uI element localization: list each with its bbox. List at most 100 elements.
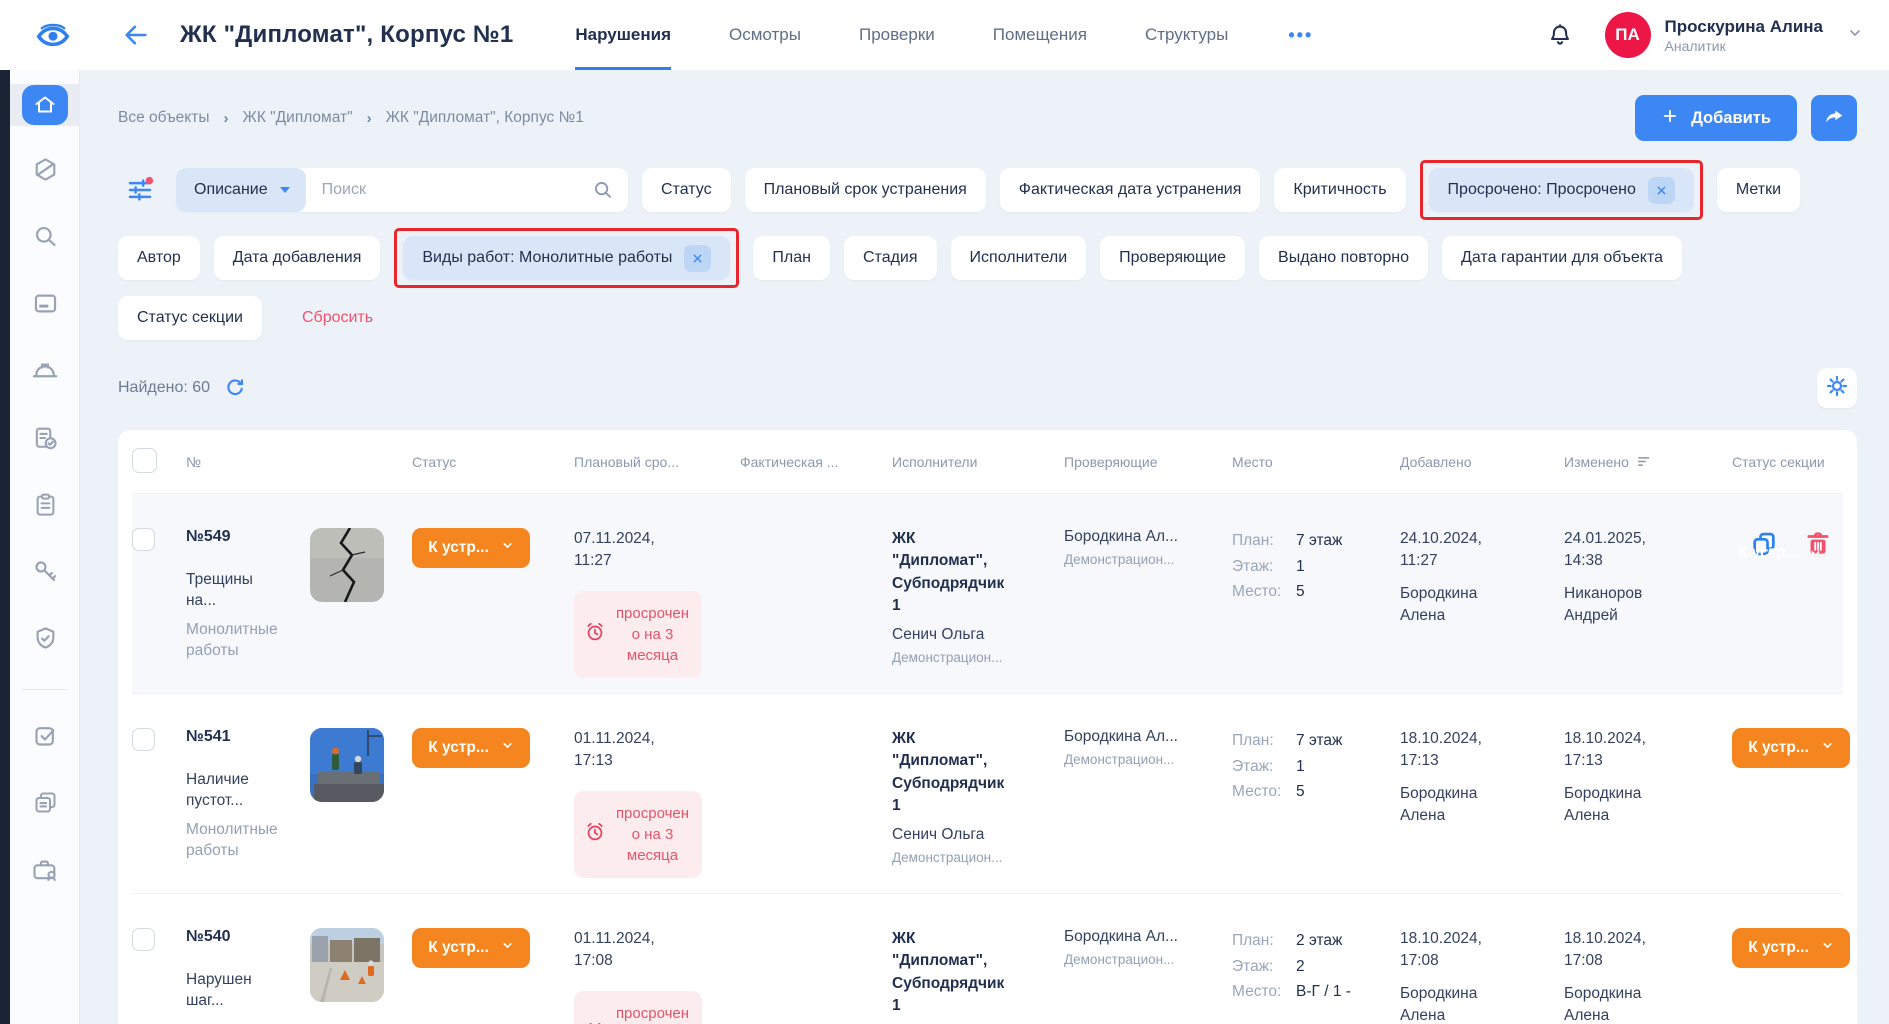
copy-icon[interactable] bbox=[1750, 530, 1778, 558]
filter-chip-author[interactable]: Автор bbox=[118, 236, 200, 280]
filter-chip-labels[interactable]: Метки bbox=[1717, 168, 1800, 212]
main-content: Все объекты › ЖК "Дипломат" › ЖК "Диплом… bbox=[80, 70, 1889, 1024]
filter-settings-button[interactable] bbox=[118, 168, 162, 212]
sidebar-item-search[interactable] bbox=[10, 218, 80, 260]
violation-title: Трещины на... bbox=[186, 570, 278, 612]
filter-chip-reissued[interactable]: Выдано повторно bbox=[1259, 236, 1428, 280]
row-checkbox[interactable] bbox=[132, 728, 155, 751]
trash-icon[interactable] bbox=[1804, 530, 1832, 558]
reviewer-name: Бородкина Ал... bbox=[1064, 928, 1220, 946]
executor-person: Сенич Ольга bbox=[892, 626, 1052, 644]
status-dropdown-button[interactable]: К устр... bbox=[412, 728, 530, 768]
column-section-status: Статус секции bbox=[1732, 454, 1843, 470]
changed-date: 18.10.2024, 17:13 bbox=[1564, 728, 1676, 773]
table-header-row: № Статус Плановый сро... Фактическая ...… bbox=[132, 430, 1843, 494]
plus-icon bbox=[1661, 107, 1679, 130]
row-checkbox[interactable] bbox=[132, 928, 155, 951]
table-row[interactable]: №549 Трещины на... Монолитные работы К у… bbox=[132, 494, 1843, 694]
hard-hat-icon bbox=[31, 357, 59, 390]
table-settings-button[interactable] bbox=[1817, 368, 1857, 408]
tab-violations[interactable]: Нарушения bbox=[575, 0, 671, 70]
back-arrow-icon[interactable] bbox=[118, 17, 154, 53]
filter-chip-overdue-active[interactable]: Просрочено: Просрочено bbox=[1429, 168, 1694, 212]
search-field-select[interactable]: Описание bbox=[176, 168, 306, 212]
chevron-down-icon bbox=[1821, 739, 1834, 757]
executor-org: ЖК "Дипломат", Субподрядчик 1 bbox=[892, 928, 1014, 1018]
table-row[interactable]: №541 Наличие пустот... Монолитные работы… bbox=[132, 694, 1843, 894]
sidebar-item-home[interactable] bbox=[10, 84, 80, 126]
close-icon[interactable] bbox=[684, 245, 711, 272]
table-row[interactable]: №540 Нарушен шаг... К устр... 01.11.2024… bbox=[132, 894, 1843, 1024]
share-button[interactable] bbox=[1811, 95, 1857, 141]
status-dropdown-button[interactable]: К устр... bbox=[412, 528, 530, 568]
refresh-icon[interactable] bbox=[224, 377, 246, 399]
filter-chip-worktype-active[interactable]: Виды работ: Монолитные работы bbox=[403, 236, 730, 280]
search-input[interactable] bbox=[306, 181, 592, 199]
changed-date: 24.01.2025, 14:38 bbox=[1564, 528, 1676, 573]
breadcrumb-building[interactable]: ЖК "Дипломат", Корпус №1 bbox=[386, 109, 584, 127]
copy-documents-icon bbox=[32, 789, 59, 821]
annotation-box-worktype-filter: Виды работ: Монолитные работы bbox=[394, 228, 739, 288]
section-status-dropdown-button[interactable]: К устр... bbox=[1732, 728, 1850, 768]
sidebar-item-safety[interactable] bbox=[10, 620, 80, 662]
column-place: Место bbox=[1232, 454, 1400, 470]
sidebar-dark-strip bbox=[0, 70, 10, 1024]
sidebar-item-access[interactable] bbox=[10, 553, 80, 595]
place-plan: 2 этаж bbox=[1296, 928, 1342, 954]
sidebar-item-tasks[interactable] bbox=[10, 717, 80, 759]
filter-chip-stage[interactable]: Стадия bbox=[844, 236, 937, 280]
sidebar-item-prohibitions[interactable] bbox=[10, 151, 80, 193]
filter-chip-status[interactable]: Статус bbox=[642, 168, 731, 212]
tab-inspections[interactable]: Осмотры bbox=[729, 0, 801, 70]
column-actual: Фактическая ... bbox=[740, 454, 892, 470]
app-logo-eye-icon[interactable] bbox=[30, 15, 82, 55]
filter-chip-actual-date[interactable]: Фактическая дата устранения bbox=[1000, 168, 1261, 212]
photo-crack-thumbnail[interactable] bbox=[310, 528, 384, 602]
tab-rooms[interactable]: Помещения bbox=[993, 0, 1087, 70]
close-icon[interactable] bbox=[1648, 177, 1675, 204]
reset-filters-link[interactable]: Сбросить bbox=[302, 309, 373, 327]
chevron-down-icon bbox=[280, 187, 290, 193]
notifications-bell-icon[interactable] bbox=[1545, 20, 1575, 50]
photo-workers-thumbnail[interactable] bbox=[310, 728, 384, 802]
executor-note: Демонстрацион... bbox=[892, 850, 1052, 865]
violation-id: №541 bbox=[186, 728, 298, 746]
sidebar-item-checklists[interactable] bbox=[10, 486, 80, 528]
planned-date: 07.11.2024, 11:27 bbox=[574, 528, 688, 573]
filter-chip-planned-term[interactable]: Плановый срок устранения bbox=[745, 168, 986, 212]
sidebar-item-contractors[interactable] bbox=[10, 851, 80, 893]
tab-checks[interactable]: Проверки bbox=[859, 0, 935, 70]
select-all-checkbox[interactable] bbox=[132, 448, 157, 473]
more-menu-icon[interactable]: ••• bbox=[1288, 25, 1313, 46]
filter-chip-warranty-date[interactable]: Дата гарантии для объекта bbox=[1442, 236, 1682, 280]
sidebar-item-acts[interactable] bbox=[10, 419, 80, 461]
section-status-dropdown-button[interactable]: К устр... bbox=[1732, 928, 1850, 968]
executor-org: ЖК "Дипломат", Субподрядчик 1 bbox=[892, 728, 1014, 818]
filter-chip-executors[interactable]: Исполнители bbox=[951, 236, 1087, 280]
sort-icon[interactable] bbox=[1637, 455, 1652, 468]
breadcrumb-all-objects[interactable]: Все объекты bbox=[118, 109, 210, 127]
user-menu[interactable]: ПА Проскурина Алина Аналитик bbox=[1605, 12, 1864, 58]
sidebar-item-construction[interactable] bbox=[10, 352, 80, 394]
add-button[interactable]: Добавить bbox=[1635, 95, 1797, 141]
column-executors: Исполнители bbox=[892, 454, 1064, 470]
briefcase-user-icon bbox=[31, 856, 59, 889]
filter-chip-plan[interactable]: План bbox=[753, 236, 830, 280]
column-changed: Изменено bbox=[1564, 454, 1732, 470]
share-arrow-icon bbox=[1823, 106, 1845, 131]
violation-title: Наличие пустот... bbox=[186, 770, 278, 812]
breadcrumb-complex[interactable]: ЖК "Дипломат" bbox=[243, 109, 353, 127]
sidebar-item-documents[interactable] bbox=[10, 784, 80, 826]
filter-chip-date-added[interactable]: Дата добавления bbox=[214, 236, 381, 280]
column-status: Статус bbox=[412, 454, 574, 470]
search-icon[interactable] bbox=[592, 179, 614, 201]
filter-chip-reviewers[interactable]: Проверяющие bbox=[1100, 236, 1245, 280]
photo-site-thumbnail[interactable] bbox=[310, 928, 384, 1002]
filter-chip-section-status[interactable]: Статус секции bbox=[118, 296, 262, 340]
status-dropdown-button[interactable]: К устр... bbox=[412, 928, 530, 968]
filter-chip-criticality[interactable]: Критичность bbox=[1274, 168, 1405, 212]
sidebar-item-cards[interactable] bbox=[10, 285, 80, 327]
tab-structures[interactable]: Структуры bbox=[1145, 0, 1228, 70]
executor-org: ЖК "Дипломат", Субподрядчик 1 bbox=[892, 528, 1014, 618]
row-checkbox[interactable] bbox=[132, 528, 155, 551]
